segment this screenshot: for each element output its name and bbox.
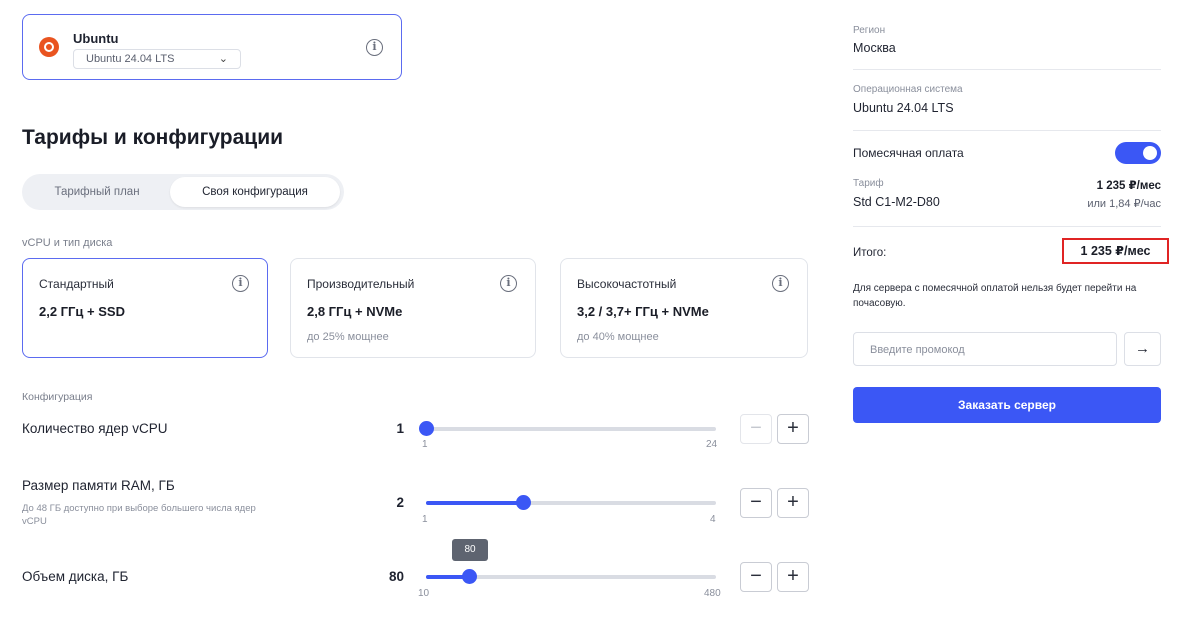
info-icon[interactable]: i (772, 275, 789, 292)
slider-handle[interactable] (462, 569, 478, 584)
disk-value-tooltip: 80 (452, 539, 488, 561)
tariff-price-month: 1 235 ₽/мес (1096, 180, 1161, 192)
ram-label: Размер памяти RAM, ГБ (22, 478, 175, 493)
tariff-label: Тариф (853, 178, 884, 189)
info-icon[interactable]: i (500, 275, 517, 292)
info-icon[interactable]: i (232, 275, 249, 292)
disk-card-title: Стандартный (39, 277, 114, 291)
info-icon[interactable]: i (366, 39, 383, 56)
region-label: Регион (853, 25, 886, 36)
disk-card-standard[interactable]: Стандартный 2,2 ГГц + SSD i (22, 258, 268, 358)
os-summary-value: Ubuntu 24.04 LTS (853, 101, 954, 115)
total-label: Итого: (853, 247, 887, 259)
ram-hint: До 48 ГБ доступно при выборе большего чи… (22, 503, 256, 527)
chevron-down-icon: ⌄ (218, 53, 228, 65)
ram-decrement-button[interactable]: − (740, 488, 772, 518)
promo-apply-button[interactable]: → (1124, 332, 1161, 366)
disk-card-performance[interactable]: Производительный 2,8 ГГц + NVMe до 25% м… (290, 258, 536, 358)
cpu-increment-button[interactable]: + (777, 414, 809, 444)
tariff-value: Std C1-M2-D80 (853, 195, 940, 209)
promo-code-input[interactable]: Введите промокод (853, 332, 1117, 366)
os-version-select[interactable]: Ubuntu 24.04 LTS ⌄ (73, 49, 241, 69)
ram-min: 1 (422, 514, 428, 525)
tariff-tabs: Тарифный план Своя конфигурация (22, 174, 344, 210)
cpu-decrement-button[interactable]: − (740, 414, 772, 444)
ram-increment-button[interactable]: + (777, 488, 809, 518)
config-section-label: Конфигурация (22, 391, 93, 403)
order-server-button[interactable]: Заказать сервер (853, 387, 1161, 423)
disk-card-note: до 40% мощнее (577, 331, 659, 343)
slider-handle[interactable] (515, 495, 531, 510)
payment-warning: Для сервера с помесячной оплатой нельзя … (853, 283, 1137, 309)
disk-card-note: до 25% мощнее (307, 331, 389, 343)
disk-card-spec: 3,2 / 3,7+ ГГц + NVMe (577, 304, 709, 319)
disk-card-high-frequency[interactable]: Высокочастотный 3,2 / 3,7+ ГГц + NVMe до… (560, 258, 808, 358)
cpu-label: Количество ядер vCPU (22, 421, 168, 436)
disk-max: 480 (704, 588, 721, 599)
slider-handle[interactable] (419, 421, 434, 436)
ram-max: 4 (710, 514, 716, 525)
divider (853, 226, 1161, 227)
tariff-price-hour: или 1,84 ₽/час (1087, 198, 1161, 210)
monthly-payment-toggle[interactable] (1115, 142, 1161, 164)
os-card[interactable]: Ubuntu Ubuntu 24.04 LTS ⌄ i (22, 14, 402, 80)
total-price: 1 235 ₽/мес (1062, 238, 1169, 264)
disk-decrement-button[interactable]: − (740, 562, 772, 592)
tab-tariff-plan[interactable]: Тарифный план (28, 177, 166, 207)
disk-slider[interactable] (426, 569, 716, 584)
disk-card-spec: 2,2 ГГц + SSD (39, 304, 125, 319)
ram-slider[interactable] (426, 495, 716, 510)
disk-min: 10 (418, 588, 430, 599)
disk-increment-button[interactable]: + (777, 562, 809, 592)
os-summary-label: Операционная система (853, 84, 963, 95)
disk-label: Объем диска, ГБ (22, 569, 129, 584)
divider (853, 69, 1161, 70)
disk-section-label: vCPU и тип диска (22, 237, 113, 249)
divider (853, 130, 1161, 131)
cpu-value: 1 (396, 421, 404, 436)
disk-card-spec: 2,8 ГГц + NVMe (307, 304, 403, 319)
cpu-max: 24 (706, 439, 718, 450)
disk-value: 80 (388, 569, 404, 584)
slider-fill (426, 501, 523, 505)
os-name: Ubuntu (73, 31, 119, 46)
monthly-payment-label: Помесячная оплата (853, 146, 964, 160)
disk-card-title: Высокочастотный (577, 277, 677, 291)
os-version-value: Ubuntu 24.04 LTS (86, 53, 175, 65)
cpu-slider[interactable] (419, 421, 716, 436)
ubuntu-logo-icon (39, 37, 59, 57)
page-title: Тарифы и конфигурации (22, 126, 284, 149)
ram-value: 2 (396, 495, 404, 510)
cpu-min: 1 (422, 439, 428, 450)
region-value: Москва (853, 41, 896, 55)
disk-card-title: Производительный (307, 277, 415, 291)
tab-custom-config[interactable]: Своя конфигурация (170, 177, 340, 207)
